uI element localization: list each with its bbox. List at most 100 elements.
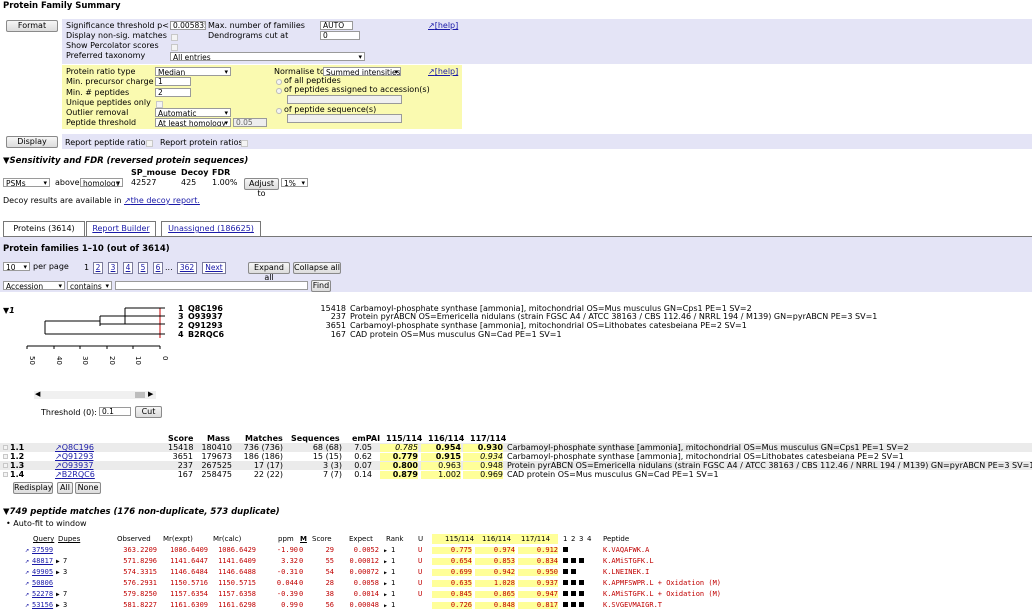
next-page[interactable]: Next bbox=[202, 262, 226, 274]
protein-accession-link[interactable]: ↗Q91293 bbox=[55, 453, 93, 461]
dendrogram-scrollbar[interactable]: ◀ ▶ bbox=[34, 391, 156, 399]
psms-select[interactable]: PSMs bbox=[3, 178, 50, 187]
accession-input[interactable] bbox=[287, 95, 402, 104]
peptide-sequence-input[interactable] bbox=[287, 114, 402, 123]
protein-accession-link[interactable]: ↗Q8C196 bbox=[55, 444, 94, 452]
expand-all-button[interactable]: Expand all bbox=[248, 262, 290, 282]
outlier-select[interactable]: Automatic bbox=[155, 108, 231, 117]
peptide-expect: 0.00012 bbox=[349, 557, 379, 565]
report-protein-label: Report protein ratios bbox=[160, 138, 243, 147]
cut-button[interactable]: Cut bbox=[135, 406, 162, 418]
protein-row: 1.4 ↗B2RQC6 167 258475 22 (22) 7 (7) 0.14 0.879… bbox=[0, 470, 1032, 479]
peptide-threshold-input[interactable]: 0.05 bbox=[233, 118, 267, 127]
page-last[interactable]: 362 bbox=[177, 262, 197, 274]
page-3[interactable]: 3 bbox=[108, 262, 118, 274]
search-op-select[interactable]: contains bbox=[67, 281, 112, 290]
all-peptides-radio[interactable] bbox=[276, 79, 282, 85]
scroll-right-icon[interactable]: ▶ bbox=[148, 391, 153, 398]
peptide-dupes[interactable]: 7 bbox=[63, 591, 87, 598]
taxonomy-select[interactable]: All entries bbox=[170, 52, 365, 61]
peptide-r115: 0.845 bbox=[432, 591, 472, 598]
peptide-dupes[interactable]: 3 bbox=[63, 569, 87, 576]
adjust-button[interactable]: Adjust to bbox=[244, 178, 279, 198]
normalise-select[interactable]: Summed intensities bbox=[323, 67, 401, 76]
find-button[interactable]: Find bbox=[311, 280, 331, 292]
report-peptide-checkbox[interactable] bbox=[146, 140, 153, 147]
decoy-report-link[interactable]: ↗the decoy report. bbox=[124, 196, 200, 205]
format-button[interactable]: Format bbox=[6, 20, 58, 32]
select-all-button[interactable]: All bbox=[57, 482, 73, 494]
peptide-r115: 0.726 bbox=[432, 602, 472, 609]
page-5[interactable]: 5 bbox=[138, 262, 148, 274]
per-page-select[interactable]: 10 bbox=[3, 262, 30, 271]
member-accession[interactable]: O93937 bbox=[188, 313, 223, 321]
protein-checkbox[interactable] bbox=[3, 463, 8, 468]
protein-checkbox[interactable] bbox=[3, 472, 8, 477]
expand-triangle-icon[interactable]: ▶ bbox=[56, 570, 60, 576]
assigned-peptides-radio[interactable] bbox=[276, 88, 282, 94]
min-peptides-input[interactable]: 2 bbox=[155, 88, 191, 97]
percolator-checkbox[interactable] bbox=[171, 44, 178, 51]
member-accession[interactable]: B2RQC6 bbox=[188, 331, 224, 339]
page-6[interactable]: 6 bbox=[153, 262, 163, 274]
collapse-all-button[interactable]: Collapse all bbox=[293, 262, 341, 274]
scroll-thumb[interactable] bbox=[135, 392, 145, 398]
report-protein-checkbox[interactable] bbox=[241, 140, 248, 147]
page-4[interactable]: 4 bbox=[123, 262, 133, 274]
unique-checkbox[interactable] bbox=[156, 101, 163, 108]
peptide-query[interactable]: 48817 bbox=[32, 558, 56, 565]
protein-row-id: 1.2 bbox=[10, 452, 25, 461]
peptide-query[interactable]: 52278 bbox=[32, 591, 56, 598]
max-families-input[interactable]: AUTO bbox=[320, 21, 353, 30]
peptide-bullet-icon: ↗ bbox=[25, 601, 30, 609]
protein-checkbox[interactable] bbox=[3, 454, 8, 459]
sig-input[interactable]: 0.005835 bbox=[170, 21, 206, 30]
protein-seqs: 7 (7) bbox=[323, 470, 342, 479]
redisplay-button[interactable]: Redisplay bbox=[13, 482, 53, 494]
threshold-input[interactable]: 0.1 bbox=[99, 407, 131, 416]
scroll-left-icon[interactable]: ◀ bbox=[35, 391, 40, 398]
protein-checkbox[interactable] bbox=[3, 445, 8, 450]
peptide-threshold-select[interactable]: At least homology bbox=[155, 118, 231, 127]
dendro-cut-input[interactable]: 0 bbox=[320, 31, 360, 40]
format-help-link[interactable]: ↗[help] bbox=[428, 22, 458, 30]
ratio-type-select[interactable]: Median bbox=[155, 67, 231, 76]
sensitivity-decoy-value: 425 bbox=[181, 178, 197, 187]
min-charge-input[interactable]: 1 bbox=[155, 77, 191, 86]
peptide-r116: 0.974 bbox=[475, 547, 515, 554]
peptide-col-header[interactable]: Dupes bbox=[58, 536, 80, 543]
autofit-option[interactable]: • Auto-fit to window bbox=[6, 520, 87, 528]
peptide-dupes[interactable]: 3 bbox=[63, 602, 87, 609]
peptide-query[interactable]: 53156 bbox=[32, 602, 56, 609]
peptide-sequence-radio[interactable] bbox=[276, 108, 282, 114]
homology-select[interactable]: homology bbox=[80, 178, 123, 187]
member-accession[interactable]: Q91293 bbox=[188, 322, 223, 330]
peptide-query[interactable]: 49905 bbox=[32, 569, 56, 576]
peptide-dupes[interactable]: 7 bbox=[63, 558, 87, 565]
protein-accession-link[interactable]: ↗B2RQC6 bbox=[55, 471, 95, 479]
search-field-select[interactable]: Accession bbox=[3, 281, 65, 290]
expand-triangle-icon[interactable]: ▶ bbox=[56, 592, 60, 598]
nonsig-checkbox[interactable] bbox=[171, 34, 178, 41]
sensitivity-heading[interactable]: ▼Sensitivity and FDR (reversed protein s… bbox=[3, 157, 248, 166]
search-input[interactable] bbox=[115, 281, 308, 290]
match-square-icon bbox=[563, 547, 568, 552]
expand-triangle-icon[interactable]: ▶ bbox=[56, 559, 60, 565]
select-none-button[interactable]: None bbox=[75, 482, 101, 494]
adjust-select[interactable]: 1% bbox=[281, 178, 308, 187]
unique-label: Unique peptides only bbox=[66, 98, 151, 107]
peptide-expt: 1161.6309 bbox=[170, 601, 208, 609]
peptide-heading[interactable]: ▼749 peptide matches (176 non-duplicate,… bbox=[3, 508, 280, 517]
tab-proteins[interactable]: Proteins (3614) bbox=[3, 221, 85, 236]
page-2[interactable]: 2 bbox=[93, 262, 103, 274]
tab-unassigned[interactable]: Unassigned (186625) bbox=[161, 221, 261, 237]
expand-triangle-icon[interactable]: ▶ bbox=[56, 603, 60, 609]
protein-accession-link[interactable]: ↗O93937 bbox=[55, 462, 93, 470]
peptide-query[interactable]: 37599 bbox=[32, 547, 56, 554]
quant-help-link[interactable]: ↗[help] bbox=[428, 68, 458, 76]
peptide-query[interactable]: 50806 bbox=[32, 580, 56, 587]
peptide-threshold-label: Peptide threshold bbox=[66, 118, 137, 127]
display-button[interactable]: Display bbox=[6, 136, 58, 148]
peptide-r115: 0.654 bbox=[432, 558, 472, 565]
tab-report-builder[interactable]: Report Builder bbox=[86, 221, 156, 237]
